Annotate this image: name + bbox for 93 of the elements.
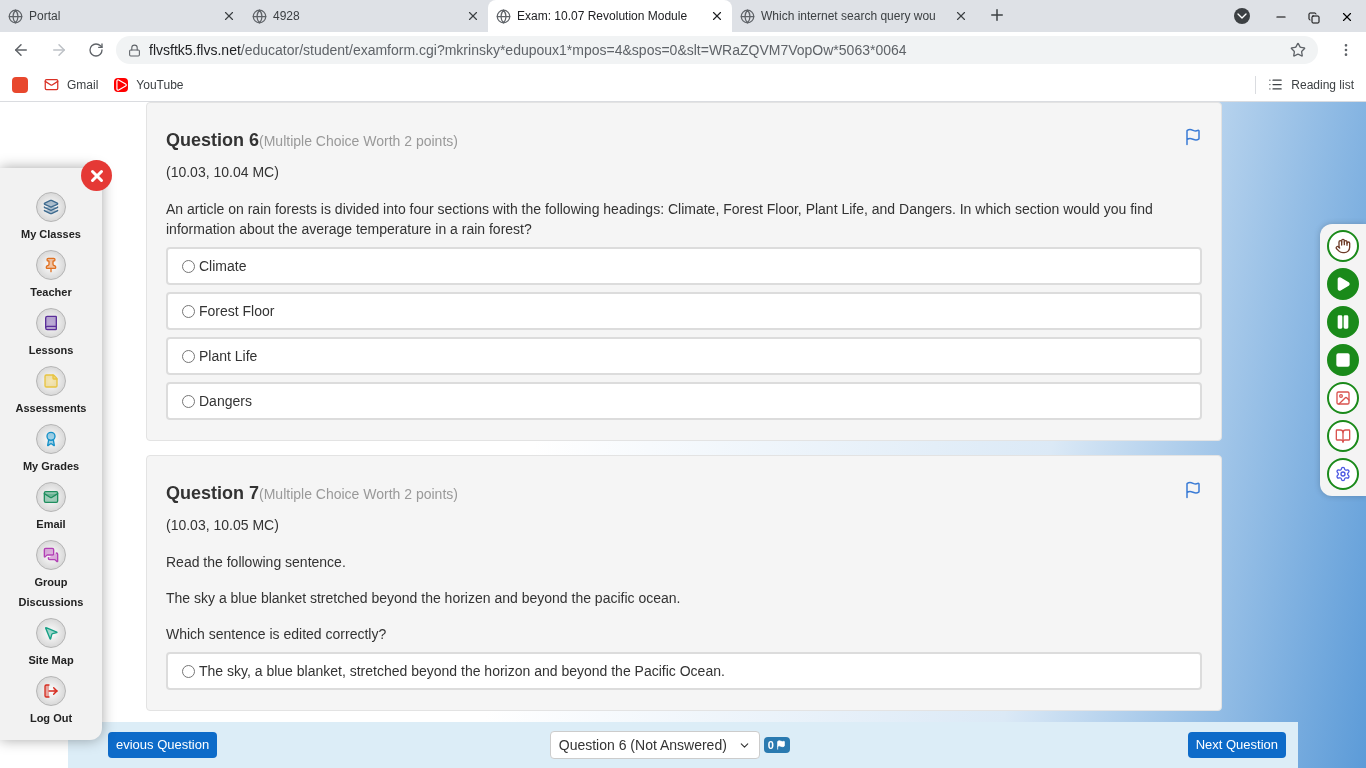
url-text: flvsftk5.flvs.net/educator/student/examform.cgi?mkrinsky*edupoux1*mpos=4&spos=0&slt=WRaZQVM7VopOw*5063*0064	[149, 40, 908, 60]
tab-title: 4928	[273, 8, 301, 25]
tab-title: Which internet search query wou	[761, 8, 937, 25]
option-label: Plant Life	[199, 346, 258, 366]
sidebar-item[interactable]: My Grades	[0, 424, 102, 476]
grade-badge-icon	[36, 424, 66, 454]
close-window-icon[interactable]	[1340, 10, 1354, 24]
option-label: Dangers	[199, 391, 252, 411]
sidebar-label: Lessons	[27, 343, 75, 358]
question-worth: (Multiple Choice Worth 2 points)	[259, 485, 458, 504]
bookmark-link[interactable]: Gmail	[44, 75, 99, 94]
pushpin-icon	[36, 250, 66, 280]
sidebar-item[interactable]: Assessments	[0, 366, 102, 418]
flag-count-badge: 0	[763, 737, 790, 753]
tab-title: Exam: 10.07 Revolution Module	[517, 8, 689, 25]
sidebar-item[interactable]: My Classes	[0, 192, 102, 244]
sidebar-label: My Classes	[20, 227, 82, 242]
image-icon[interactable]	[1327, 382, 1359, 414]
globe-icon	[496, 8, 511, 24]
answer-option[interactable]: The sky, a blue blanket, stretched beyond the horizon and beyond the Pacific Ocean.	[166, 652, 1202, 690]
lock-icon	[128, 43, 141, 57]
close-icon[interactable]	[466, 9, 480, 23]
question-title: Question 6	[166, 129, 259, 152]
hand-pointer-icon[interactable]	[1327, 230, 1359, 262]
globe-icon	[740, 8, 755, 24]
question-select[interactable]: Question 6 (Not Answered)	[549, 731, 760, 759]
select-value: Question 6 (Not Answered)	[558, 735, 728, 755]
exit-door-icon	[36, 676, 66, 706]
list-icon	[1268, 77, 1284, 92]
open-book-icon[interactable]	[1327, 420, 1359, 452]
browser-tab[interactable]: 4928	[244, 0, 488, 32]
question-text: Which sentence is edited correctly?	[166, 625, 388, 644]
answer-option[interactable]: Climate	[166, 247, 1202, 285]
question-text: Read the following sentence.	[166, 553, 347, 572]
sidebar-item[interactable]: Group Discussions	[0, 540, 102, 612]
pause-icon[interactable]	[1327, 306, 1359, 338]
mail-icon	[44, 77, 59, 92]
browser-tab[interactable]: Portal	[0, 0, 244, 32]
globe-icon	[252, 8, 267, 24]
previous-question-button[interactable]: evious Question	[108, 732, 218, 758]
browser-tab[interactable]: Exam: 10.07 Revolution Module	[488, 0, 732, 32]
question-code: (10.03, 10.05 MC)	[166, 516, 280, 535]
browser-tab[interactable]: Which internet search query wou	[732, 0, 976, 32]
flag-icon[interactable]	[1184, 481, 1202, 499]
answer-option[interactable]: Plant Life	[166, 337, 1202, 375]
tab-title: Portal	[29, 8, 62, 25]
answer-option[interactable]: Dangers	[166, 382, 1202, 420]
sidebar-label: My Grades	[21, 459, 81, 474]
bookmark-link[interactable]: YouTube	[114, 75, 184, 94]
sitemap-cursor-icon	[36, 618, 66, 648]
reading-list-button[interactable]: Reading list	[1255, 75, 1354, 94]
flag-icon[interactable]	[1184, 128, 1202, 146]
close-icon[interactable]	[710, 9, 724, 23]
sidebar-label: Assessments	[14, 401, 88, 416]
close-icon[interactable]	[954, 9, 968, 23]
close-icon[interactable]	[222, 9, 236, 23]
question-text: An article on rain forests is divided into four sections with the following headings: Climate, Forest Floor, Plant Life, and Dangers. In which section would you find information about the average temperature in a rain forest?	[166, 200, 1154, 239]
settings-icon[interactable]	[1327, 458, 1359, 490]
option-label: Climate	[199, 256, 247, 276]
address-bar[interactable]: flvsftk5.flvs.net/educator/student/examform.cgi?mkrinsky*edupoux1*mpos=4&spos=0&slt=WRaZQVM7VopOw*5063*0064	[116, 36, 1318, 64]
tab-search-icon[interactable]	[1234, 8, 1250, 24]
globe-icon	[8, 8, 23, 24]
chat-bubbles-icon	[36, 540, 66, 570]
sidebar-label: Log Out	[28, 711, 74, 726]
question-text: The sky a blue blanket stretched beyond the horizen and beyond the pacific ocean.	[166, 589, 682, 608]
question-title: Question 7	[166, 482, 259, 505]
envelope-icon	[36, 482, 66, 512]
sidebar-label: Email	[35, 517, 67, 532]
restore-icon[interactable]	[1308, 12, 1320, 24]
sidebar-label: Group Discussions	[17, 575, 85, 610]
sidebar-label: Teacher	[29, 285, 73, 300]
app-logo-icon[interactable]	[12, 76, 28, 93]
play-icon	[114, 77, 129, 92]
stop-icon[interactable]	[1327, 344, 1359, 376]
play-icon[interactable]	[1327, 268, 1359, 300]
sidebar-item[interactable]: Teacher	[0, 250, 102, 302]
notepad-icon	[36, 366, 66, 396]
bookmark-star-icon[interactable]	[1290, 42, 1306, 58]
sidebar-item[interactable]: Email	[0, 482, 102, 534]
sidebar-label: Site Map	[27, 653, 75, 668]
answer-option[interactable]: Forest Floor	[166, 292, 1202, 330]
question-worth: (Multiple Choice Worth 2 points)	[259, 132, 458, 151]
sidebar-item[interactable]: Site Map	[0, 618, 102, 670]
sidebar-item[interactable]: Log Out	[0, 676, 102, 728]
sidebar-item[interactable]: Lessons	[0, 308, 102, 360]
back-icon[interactable]	[12, 41, 30, 59]
question-code: (10.03, 10.04 MC)	[166, 163, 280, 182]
reload-icon[interactable]	[88, 42, 104, 58]
new-tab-icon[interactable]	[988, 6, 1006, 24]
book-icon	[36, 308, 66, 338]
next-question-button[interactable]: Next Question	[1187, 732, 1286, 758]
option-label: Forest Floor	[199, 301, 275, 321]
option-label: The sky, a blue blanket, stretched beyond the horizon and beyond the Pacific Ocean.	[199, 661, 725, 681]
